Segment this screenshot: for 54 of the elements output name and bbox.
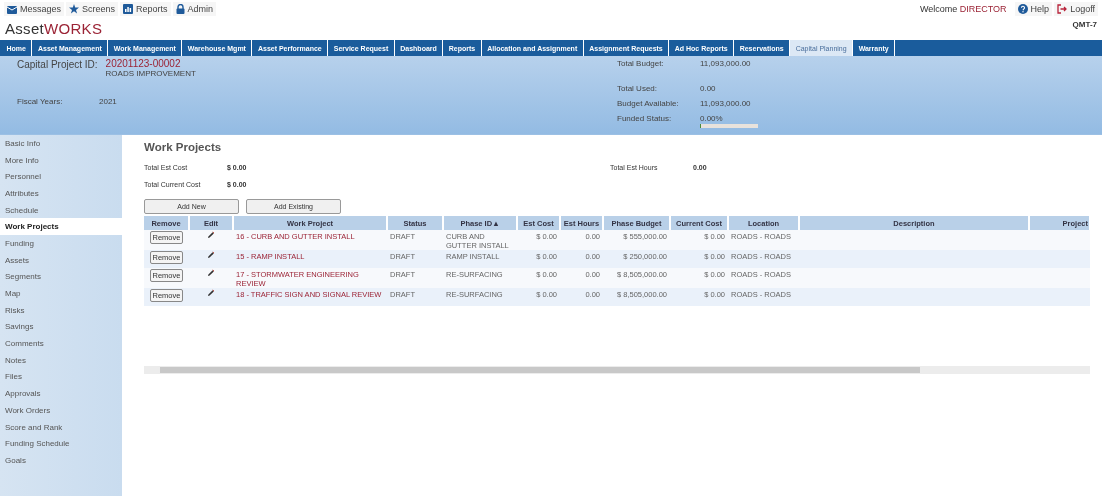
field-value: 2021	[99, 97, 117, 106]
horizontal-scrollbar[interactable]	[144, 366, 1090, 374]
pencil-icon[interactable]	[207, 269, 215, 277]
sidebar-item[interactable]: Work Projects	[0, 218, 122, 236]
pencil-icon[interactable]	[207, 289, 215, 297]
sidebar-item[interactable]: Savings	[0, 318, 122, 336]
sidebar-item[interactable]: Basic Info	[0, 135, 122, 152]
field-label: Funded Status:	[617, 114, 673, 125]
sidebar-item[interactable]: Files	[0, 368, 122, 386]
lock-icon	[175, 4, 185, 14]
field-value: 0.00	[700, 84, 716, 95]
field-label: Total Used:	[617, 84, 659, 95]
sidebar-item[interactable]: Funding Schedule	[0, 435, 122, 453]
sidebar-item[interactable]: Schedule	[0, 201, 122, 219]
sidebar-item[interactable]: Segments	[0, 268, 122, 286]
field-label: Budget Available:	[617, 99, 680, 110]
sidebar-item[interactable]: Goals	[0, 452, 122, 469]
instance-label: QMT-7	[1072, 20, 1097, 29]
pencil-icon[interactable]	[207, 231, 215, 239]
welcome-text: Welcome DIRECTOR	[919, 4, 1007, 14]
section-title: Work Projects	[144, 141, 223, 153]
sidebar-item[interactable]: Notes	[0, 351, 122, 369]
project-name: ROADS IMPROVEMENT	[105, 69, 196, 79]
sidebar-item[interactable]: Risks	[0, 301, 122, 319]
field-label: Capital Project ID:	[17, 59, 98, 72]
sidebar-item[interactable]: Funding	[0, 235, 122, 252]
sidebar-item[interactable]: Map	[0, 285, 122, 302]
pencil-icon[interactable]	[207, 251, 215, 259]
sidebar-item[interactable]: Approvals	[0, 385, 122, 402]
sidebar-item[interactable]: Score and Rank	[0, 418, 122, 436]
sidebar-item[interactable]: Attributes	[0, 185, 122, 202]
star-icon	[69, 4, 80, 14]
help-link[interactable]: Help	[1014, 2, 1053, 16]
field-value: 11,093,000.00	[700, 99, 751, 110]
logo: AssetWORKS	[5, 20, 103, 37]
field-value: 0.00%	[700, 114, 724, 123]
sidebar-item[interactable]: Personnel	[0, 168, 122, 186]
sidebar-item[interactable]: Work Orders	[0, 402, 122, 419]
field-label: Fiscal Years:	[17, 97, 64, 106]
envelope-icon	[7, 4, 17, 14]
sidebar-item[interactable]: Assets	[0, 251, 122, 269]
project-id: 20201123-00002	[105, 59, 182, 69]
field-label: Total Budget:	[617, 59, 665, 70]
sidebar-item[interactable]: More Info	[0, 151, 122, 169]
top-link[interactable]: Screens	[66, 2, 119, 16]
sidebar-item[interactable]: Comments	[0, 335, 122, 352]
logoff-link[interactable]: Logoff	[1054, 2, 1098, 16]
help-icon	[1017, 4, 1028, 14]
field-value: 11,093,000.00	[700, 59, 751, 70]
top-link[interactable]: Messages	[4, 2, 65, 16]
chart-icon	[123, 4, 134, 14]
logout-icon	[1057, 4, 1068, 14]
top-link[interactable]: Reports	[120, 2, 171, 16]
top-link[interactable]: Admin	[172, 2, 217, 16]
